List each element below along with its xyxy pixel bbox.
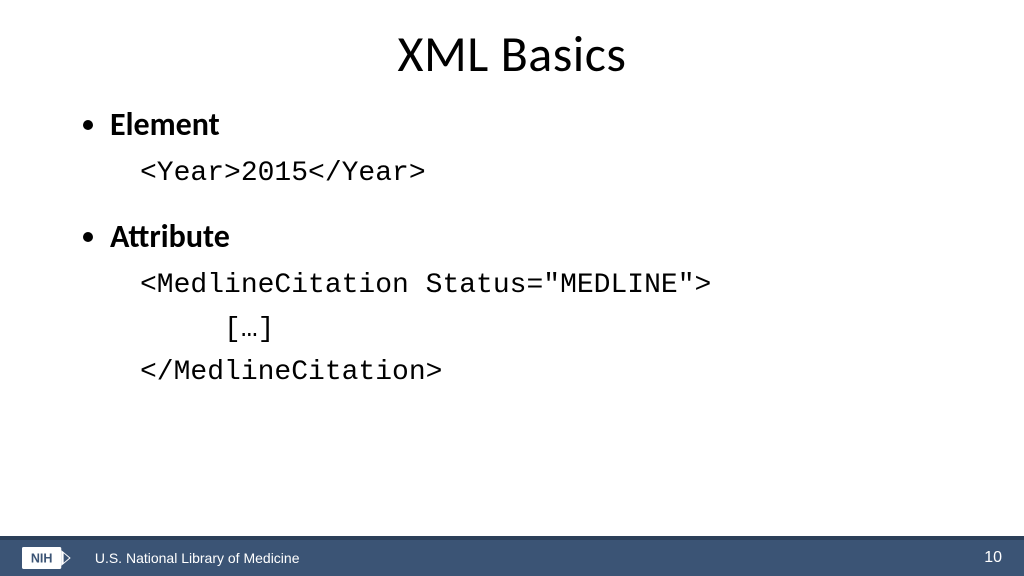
code-example-element: <Year>2015</Year>: [140, 152, 954, 195]
svg-text:NIH: NIH: [31, 552, 53, 566]
bullet-item-element: Element <Year>2015</Year>: [110, 105, 954, 195]
slide-title: XML Basics: [0, 0, 1024, 85]
bullet-label: Attribute: [110, 217, 230, 256]
code-example-attribute: <MedlineCitation Status="MEDLINE"> […] <…: [140, 264, 954, 394]
bullet-label: Element: [110, 105, 220, 144]
footer-left: NIH U.S. National Library of Medicine: [22, 547, 300, 569]
bullet-list: Element <Year>2015</Year> Attribute <Med…: [70, 105, 954, 395]
slide-footer: NIH U.S. National Library of Medicine 10: [0, 536, 1024, 576]
page-number: 10: [984, 549, 1002, 567]
nih-logo-icon: NIH: [22, 547, 85, 569]
footer-org-text: U.S. National Library of Medicine: [95, 550, 300, 566]
slide: XML Basics Element <Year>2015</Year> Att…: [0, 0, 1024, 576]
slide-body: Element <Year>2015</Year> Attribute <Med…: [0, 85, 1024, 395]
bullet-item-attribute: Attribute <MedlineCitation Status="MEDLI…: [110, 217, 954, 394]
